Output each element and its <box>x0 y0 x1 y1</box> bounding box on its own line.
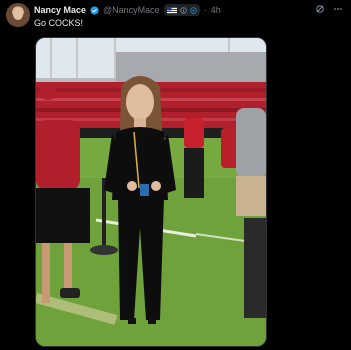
account-info-chip[interactable] <box>163 4 200 16</box>
post-header: Nancy Mace @NancyMace · 4h <box>34 3 221 17</box>
author-handle[interactable]: @NancyMace <box>103 5 160 15</box>
post: Nancy Mace @NancyMace · 4h Go COCKS! <box>0 0 351 350</box>
post-time[interactable]: 4h <box>211 5 221 15</box>
more-options-icon[interactable] <box>333 4 343 14</box>
grok-icon[interactable] <box>315 4 325 14</box>
verified-badge-icon <box>90 5 99 15</box>
author-name[interactable]: Nancy Mace <box>34 5 86 15</box>
post-text: Go COCKS! <box>34 18 84 28</box>
info-icon <box>190 6 197 14</box>
separator-dot: · <box>203 5 207 15</box>
info-icon <box>180 6 187 14</box>
post-tools <box>315 4 343 14</box>
avatar[interactable] <box>6 3 30 27</box>
us-flag-icon <box>166 6 177 14</box>
post-image[interactable] <box>35 37 267 347</box>
stadium-photo <box>36 38 266 346</box>
